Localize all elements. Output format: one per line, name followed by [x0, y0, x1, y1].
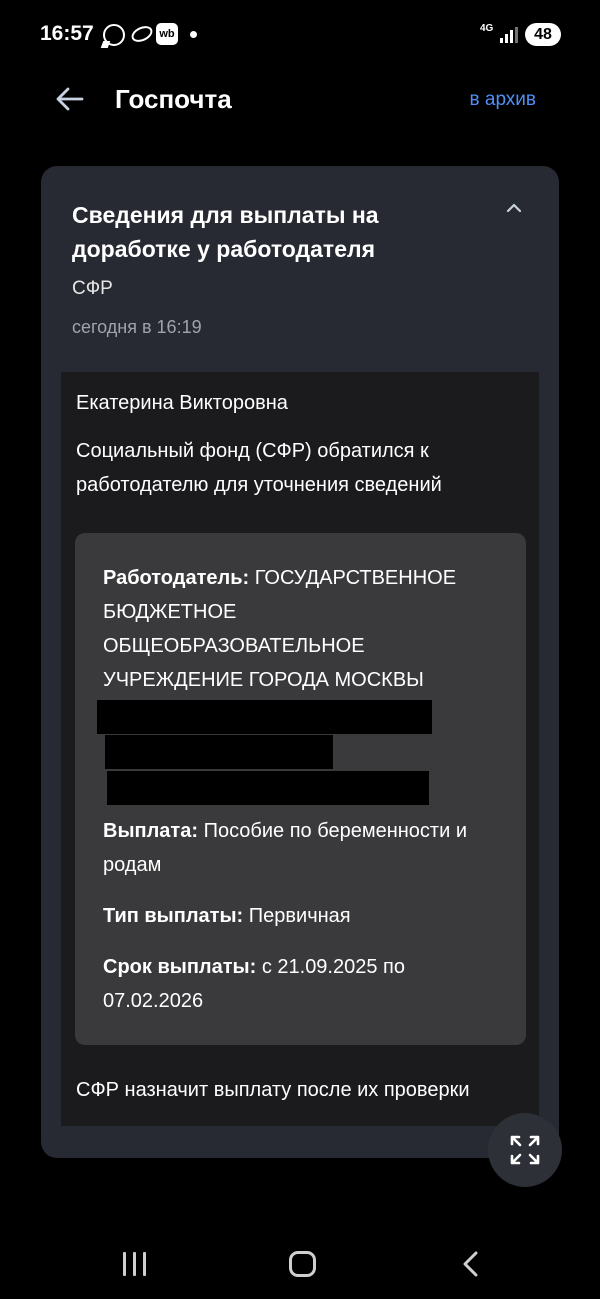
status-bar: 16:57 wb 4G 48: [0, 0, 600, 70]
type-value: Первичная: [248, 905, 351, 927]
message-sender: СФР: [72, 278, 113, 299]
loop-icon: [129, 23, 155, 45]
home-icon[interactable]: [289, 1251, 316, 1277]
redacted-block: [97, 700, 432, 734]
message-title: Сведения для выплаты на доработке у рабо…: [72, 202, 379, 262]
message-card: Сведения для выплаты на доработке у рабо…: [41, 166, 559, 1158]
term-label: Срок выплаты:: [103, 956, 257, 978]
back-button[interactable]: [54, 84, 86, 114]
redacted-block: [107, 771, 429, 805]
closing-text: СФР назначит выплату после их проверки: [76, 1079, 470, 1101]
redacted-block: [105, 735, 333, 769]
message-date: сегодня в 16:19: [72, 317, 202, 337]
recent-apps-icon[interactable]: [121, 1252, 149, 1276]
payment-detail: Выплата: Пособие по беременности и родам: [103, 814, 503, 882]
intro-text: Социальный фонд (СФР) обратился к работо…: [76, 440, 442, 496]
status-time: 16:57: [40, 22, 94, 45]
chevron-up-icon[interactable]: [503, 200, 525, 216]
archive-button[interactable]: в архив: [470, 89, 537, 111]
page-title: Госпочта: [115, 84, 232, 114]
payment-label: Выплата:: [103, 820, 199, 842]
arrow-left-icon: [56, 87, 84, 111]
greeting: Екатерина Викторовна: [76, 392, 288, 414]
message-body: Екатерина Викторовна Социальный фонд (СФ…: [61, 372, 539, 1126]
term-detail: Срок выплаты: с 21.09.2025 по 07.02.2026: [103, 950, 433, 1018]
employer-detail: Работодатель: ГОСУДАРСТВЕННОЕ БЮДЖЕТНОЕ …: [103, 561, 503, 697]
wb-icon: wb: [156, 23, 178, 45]
details-box: Работодатель: ГОСУДАРСТВЕННОЕ БЮДЖЕТНОЕ …: [75, 533, 526, 1045]
expand-icon: [510, 1135, 540, 1165]
expand-button[interactable]: [488, 1113, 562, 1187]
network-label: 4G: [480, 23, 494, 34]
type-detail: Тип выплаты: Первичная: [103, 899, 503, 933]
signal-icon: [500, 27, 518, 43]
battery-badge: 48: [525, 23, 561, 46]
back-nav-icon[interactable]: [460, 1250, 480, 1278]
employer-label: Работодатель:: [103, 567, 250, 589]
whatsapp-icon: [103, 24, 125, 46]
notification-dot-icon: [190, 31, 197, 38]
type-label: Тип выплаты:: [103, 905, 244, 927]
